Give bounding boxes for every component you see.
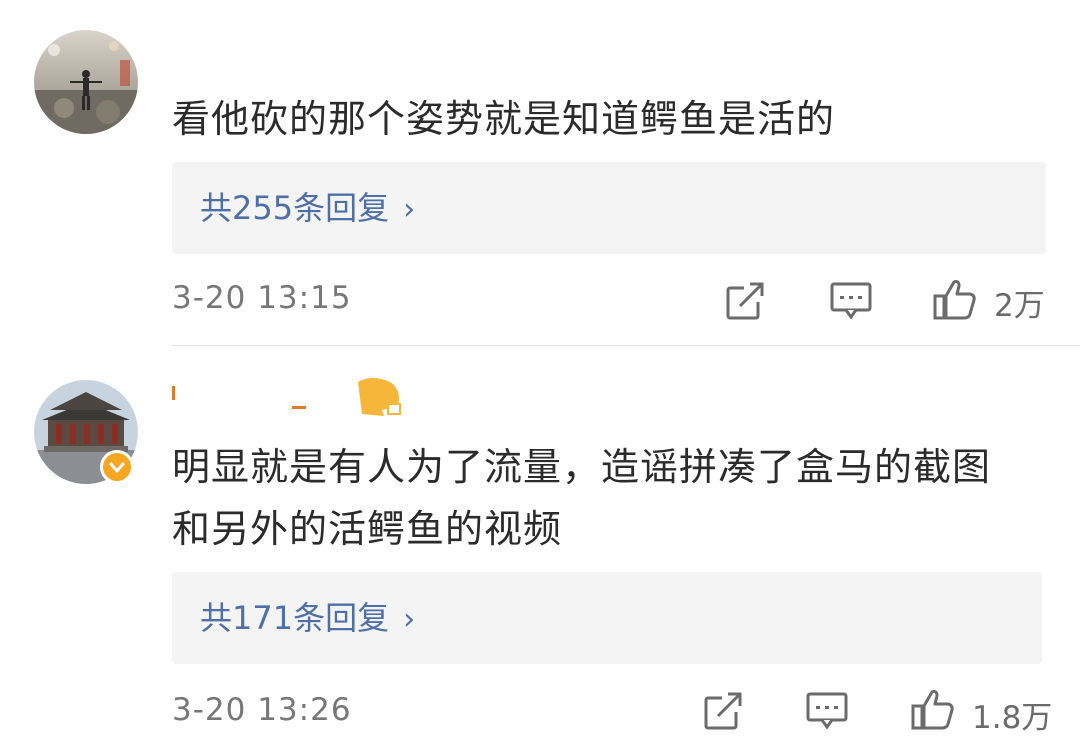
comment-button[interactable] (806, 690, 848, 732)
comment-timestamp: 3-20 13:15 (172, 280, 352, 316)
like-count: 2万 (994, 288, 1045, 324)
avatar[interactable] (34, 30, 138, 134)
like-icon (933, 280, 976, 320)
view-replies-link[interactable]: 共255条回复 › (200, 162, 415, 254)
comment-button[interactable] (830, 280, 872, 322)
comment-text: 看他砍的那个姿势就是知道鳄鱼是活的 (172, 97, 836, 141)
share-button[interactable] (724, 280, 766, 322)
reply-box[interactable]: 共255条回复 › (172, 162, 1046, 254)
like-button[interactable] (932, 276, 978, 322)
like-count: 1.8万 (972, 700, 1053, 736)
comment-icon (830, 282, 872, 320)
comment-item: 明显就是有人为了流量，造谣拼凑了盒马的截图 和另外的活鳄鱼的视频 共171条回复… (0, 346, 1080, 742)
username-redacted (172, 378, 401, 416)
comment-text: 明显就是有人为了流量，造谣拼凑了盒马的截图 和另外的活鳄鱼的视频 (172, 436, 1052, 560)
reply-count-label: 共171条回复 (200, 599, 390, 637)
comment-item: 看他砍的那个姿势就是知道鳄鱼是活的 共255条回复 › 3-20 13:15 2万 (0, 0, 1080, 345)
reply-box[interactable]: 共171条回复 › (172, 572, 1042, 664)
chevron-right-icon: › (403, 602, 416, 637)
reply-count-label: 共255条回复 (200, 189, 390, 227)
verified-badge-icon (100, 450, 134, 484)
share-icon (726, 282, 764, 320)
like-icon (911, 690, 954, 730)
like-button[interactable] (910, 686, 956, 732)
comment-text-line: 明显就是有人为了流量，造谣拼凑了盒马的截图 (172, 445, 992, 489)
comment-timestamp: 3-20 13:26 (172, 692, 352, 728)
share-icon (704, 692, 742, 730)
chevron-right-icon: › (403, 192, 416, 227)
share-button[interactable] (702, 690, 744, 732)
comment-text-line: 和另外的活鳄鱼的视频 (172, 507, 563, 551)
view-replies-link[interactable]: 共171条回复 › (200, 572, 415, 664)
comment-icon (806, 692, 848, 730)
